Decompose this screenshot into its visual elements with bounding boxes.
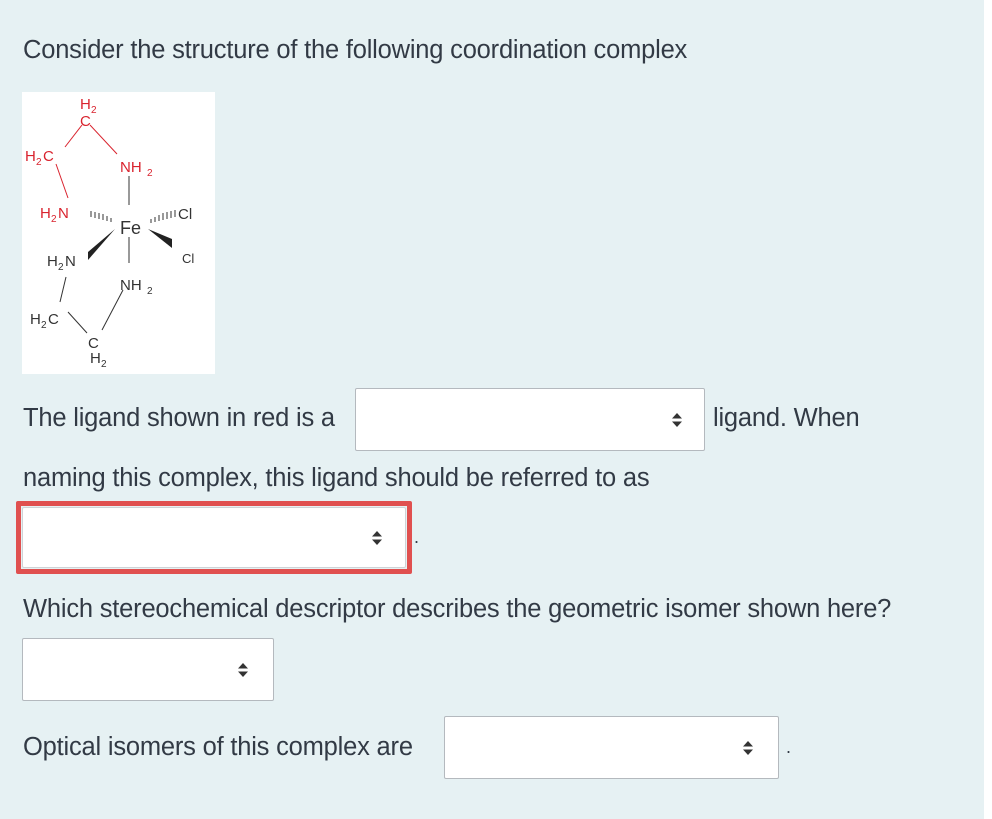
sentence1-before: The ligand shown in red is a (23, 404, 335, 432)
complex-structure-image: H 2 C H 2 C NH 2 H 2 N Fe Cl Cl H 2 N NH… (22, 92, 215, 374)
svg-text:2: 2 (101, 359, 107, 370)
select-arrows-icon (372, 531, 382, 545)
label-h2c-upper: H 2 C (25, 148, 54, 168)
label-cl-top: Cl (178, 206, 192, 223)
select-arrows-icon (743, 741, 753, 755)
wedge-bond-cl-bottom (148, 229, 172, 248)
svg-text:NH: NH (120, 159, 142, 176)
sentence1-after: ligand. When (713, 404, 860, 432)
svg-text:2: 2 (41, 320, 47, 331)
label-h2c-lower: H 2 C (30, 311, 59, 331)
svg-text:N: N (65, 253, 76, 270)
svg-text:C: C (43, 148, 54, 165)
question3-before: Optical isomers of this complex are (23, 733, 413, 761)
label-fe: Fe (120, 218, 141, 238)
hashed-bond-n-red (90, 211, 112, 222)
hashed-bond-cl-top (150, 210, 176, 223)
period-3: . (786, 737, 791, 757)
select-arrows-icon (672, 413, 682, 427)
label-cl-bottom: Cl (182, 251, 194, 266)
svg-text:2: 2 (51, 214, 57, 225)
svg-text:N: N (58, 205, 69, 222)
label-h2n-lower: H 2 N (47, 253, 76, 273)
wedge-bond-n-lower (88, 229, 115, 260)
svg-text:2: 2 (147, 286, 153, 297)
svg-text:H: H (80, 96, 91, 113)
label-h2n-red: H 2 N (40, 205, 69, 225)
svg-text:2: 2 (91, 105, 97, 116)
red-ligand-bonds (55, 124, 118, 199)
label-ch2-top: H 2 C (80, 96, 97, 130)
label-nh2-lower: NH 2 (120, 277, 153, 297)
optical-isomers-select[interactable] (444, 716, 779, 779)
period-1: . (414, 527, 419, 547)
stereo-descriptor-select[interactable] (22, 638, 274, 701)
label-nh2-upper: NH 2 (120, 159, 153, 179)
svg-text:H: H (40, 205, 51, 222)
svg-text:2: 2 (147, 168, 153, 179)
ligand-name-select[interactable] (22, 507, 406, 568)
select-arrows-icon (238, 663, 248, 677)
sentence2: naming this complex, this ligand should … (23, 464, 650, 492)
question-panel: Consider the structure of the following … (0, 0, 984, 819)
question-intro: Consider the structure of the following … (23, 36, 688, 64)
question2: Which stereochemical descriptor describe… (23, 595, 892, 623)
svg-text:H: H (90, 350, 101, 367)
svg-text:C: C (80, 113, 91, 130)
svg-text:NH: NH (120, 277, 142, 294)
svg-text:2: 2 (58, 262, 64, 273)
svg-text:H: H (30, 311, 41, 328)
ligand-type-select[interactable] (355, 388, 705, 451)
svg-text:C: C (48, 311, 59, 328)
label-ch2-bottom: C H 2 (88, 335, 107, 370)
svg-text:2: 2 (36, 157, 42, 168)
complex-structure-drawing: H 2 C H 2 C NH 2 H 2 N Fe Cl Cl H 2 N NH… (25, 96, 194, 370)
svg-text:H: H (47, 253, 58, 270)
svg-text:H: H (25, 148, 36, 165)
